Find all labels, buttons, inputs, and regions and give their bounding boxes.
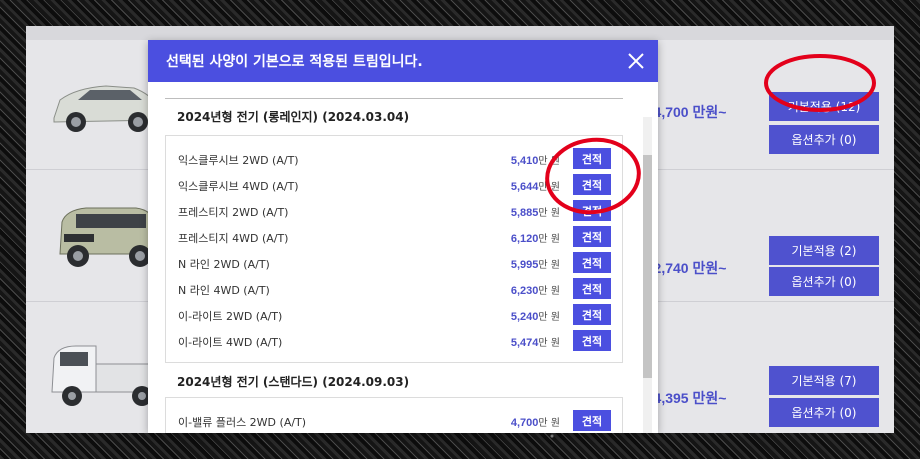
price-value: 2,740 만원~: [653, 260, 727, 276]
estimate-button[interactable]: 견적: [573, 252, 611, 273]
scrollbar-thumb[interactable]: [643, 155, 652, 378]
price-value: 4,395 만원~: [653, 390, 727, 406]
trim-name: 이-라이트 2WD (A/T): [178, 310, 283, 323]
trim-name: 익스클루시브 2WD (A/T): [178, 154, 299, 167]
basic-apply-button-2[interactable]: 기본적용 (2): [769, 236, 879, 265]
trim-price: 5,474만 원: [510, 337, 560, 349]
trim-row: 프레스티지 2WD (A/T) 5,885만 원 견적: [166, 198, 622, 224]
trim-list-long-range: 익스클루시브 2WD (A/T) 5,410만 원 견적 익스클루시브 4WD …: [165, 135, 623, 363]
section-title-long-range: 2024년형 전기 (롱레인지) (2024.03.04): [177, 110, 410, 124]
trim-row: N 라인 2WD (A/T) 5,995만 원 견적: [166, 250, 622, 276]
trim-row: 익스클루시브 2WD (A/T) 5,410만 원 견적: [166, 146, 622, 172]
estimate-button[interactable]: 견적: [573, 148, 611, 169]
trim-row: N 라인 4WD (A/T) 6,230만 원 견적: [166, 276, 622, 302]
trim-row: 이-밸류 플러스 2WD (A/T) 4,700만 원 견적: [166, 408, 622, 433]
close-icon[interactable]: [624, 49, 648, 73]
divider: [165, 98, 623, 99]
trim-row: 프레스티지 4WD (A/T) 6,120만 원 견적: [166, 224, 622, 250]
trim-list-standard: 이-밸류 플러스 2WD (A/T) 4,700만 원 견적: [165, 397, 623, 433]
trim-price: 5,240만 원: [510, 311, 560, 323]
trim-price: 5,885만 원: [510, 207, 560, 219]
trim-price: 4,700만 원: [510, 417, 560, 429]
price-value: 4,700 만원~: [653, 104, 727, 120]
trim-price: 6,120만 원: [510, 233, 560, 245]
modal-title: 선택된 사양이 기본으로 적용된 트림입니다.: [166, 54, 423, 70]
trim-name: N 라인 4WD (A/T): [178, 284, 270, 297]
estimate-button[interactable]: 견적: [573, 278, 611, 299]
trim-name: N 라인 2WD (A/T): [178, 258, 270, 271]
estimate-button[interactable]: 견적: [573, 200, 611, 221]
page-topbar: [26, 26, 894, 40]
trim-price: 5,644만 원: [510, 181, 560, 193]
trim-name: 이-밸류 플러스 2WD (A/T): [178, 416, 307, 429]
trim-row: 익스클루시브 4WD (A/T) 5,644만 원 견적: [166, 172, 622, 198]
option-add-button-3[interactable]: 옵션추가 (0): [769, 398, 879, 427]
trim-price: 6,230만 원: [510, 285, 560, 297]
trim-name: 프레스티지 4WD (A/T): [178, 232, 289, 245]
estimate-button[interactable]: 견적: [573, 226, 611, 247]
trim-name: 이-라이트 4WD (A/T): [178, 336, 283, 349]
option-add-button-2[interactable]: 옵션추가 (0): [769, 267, 879, 296]
trim-price: 5,995만 원: [510, 259, 560, 271]
estimate-button[interactable]: 견적: [573, 304, 611, 325]
trim-price: 5,410만 원: [510, 155, 560, 167]
trim-row: 이-라이트 4WD (A/T) 5,474만 원 견적: [166, 328, 622, 354]
basic-apply-button-1[interactable]: 기본적용 (12): [769, 92, 879, 121]
section-title-standard: 2024년형 전기 (스탠다드) (2024.09.03): [177, 375, 410, 389]
modal-body: 2024년형 전기 (롱레인지) (2024.03.04) 익스클루시브 2WD…: [165, 98, 652, 433]
estimate-button[interactable]: 견적: [573, 330, 611, 351]
option-add-button-1[interactable]: 옵션추가 (0): [769, 125, 879, 154]
trim-modal: 선택된 사양이 기본으로 적용된 트림입니다. 2024년형 전기 (롱레인지)…: [148, 40, 658, 433]
trim-name: 프레스티지 2WD (A/T): [178, 206, 289, 219]
estimate-button[interactable]: 견적: [573, 410, 611, 431]
modal-header: 선택된 사양이 기본으로 적용된 트림입니다.: [148, 40, 658, 82]
basic-apply-button-3[interactable]: 기본적용 (7): [769, 366, 879, 395]
trim-row: 이-라이트 2WD (A/T) 5,240만 원 견적: [166, 302, 622, 328]
estimate-button[interactable]: 견적: [573, 174, 611, 195]
trim-name: 익스클루시브 4WD (A/T): [178, 180, 299, 193]
